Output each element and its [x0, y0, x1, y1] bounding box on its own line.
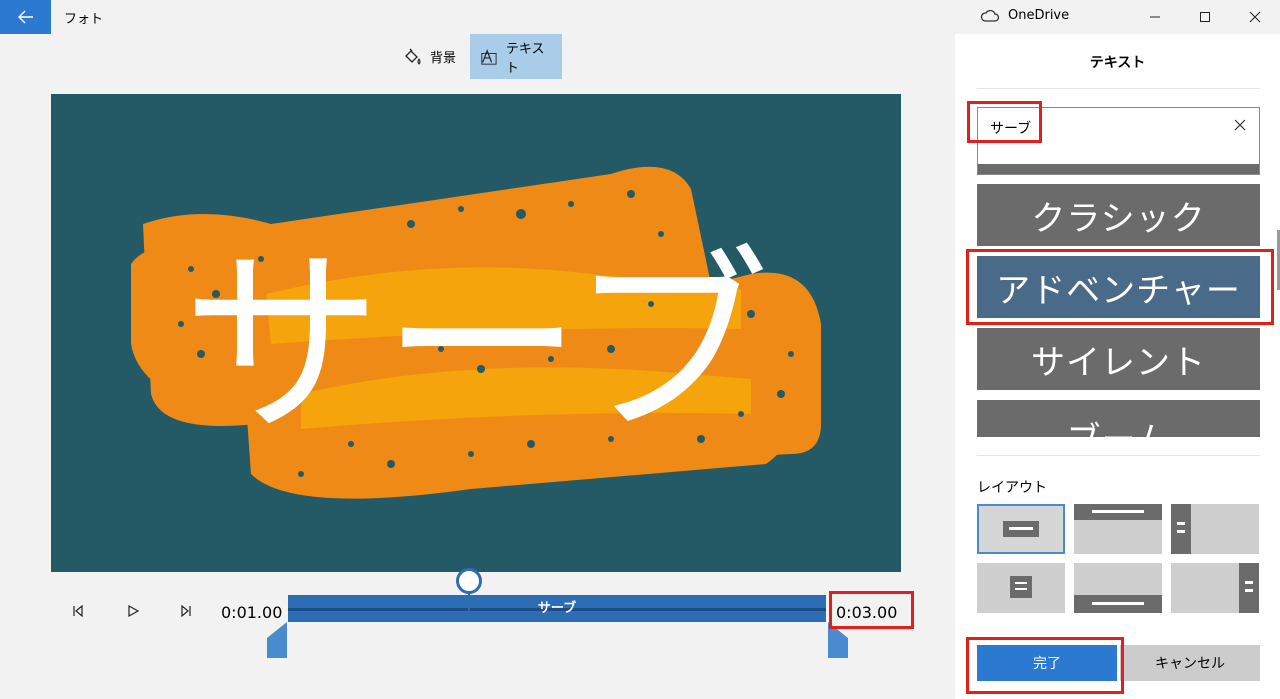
onedrive-status[interactable]: OneDrive — [980, 8, 1069, 23]
trim-end-handle[interactable] — [826, 622, 848, 658]
layout-left-block — [1171, 504, 1191, 554]
back-arrow-icon — [17, 10, 33, 24]
layout-left-line — [1177, 522, 1185, 525]
style-list: クラシック アドベンチャー サイレント ブーム — [977, 182, 1260, 437]
trim-start-handle[interactable] — [267, 622, 289, 658]
panel-divider — [977, 455, 1260, 456]
minimize-icon — [1150, 16, 1160, 18]
background-tool-label: 背景 — [430, 51, 457, 66]
text-input-field[interactable]: サーブ — [977, 107, 1260, 175]
layout-bottom-line — [1092, 602, 1144, 605]
step-back-icon — [73, 604, 83, 618]
close-icon — [1249, 11, 1261, 23]
style-boom[interactable]: ブーム — [977, 400, 1260, 437]
text-panel: テキスト サーブ クラシック アドベンチャー サイレント ブーム レイアウト — [955, 34, 1280, 699]
layout-small-block — [1010, 576, 1032, 598]
playhead-line — [468, 592, 470, 612]
start-time: 0:01.00 — [221, 603, 283, 622]
layout-left-bar[interactable] — [1171, 504, 1259, 554]
end-time: 0:03.00 — [836, 603, 898, 622]
step-forward-icon — [181, 604, 191, 618]
text-tool-button[interactable]: テキスト — [470, 34, 562, 79]
next-frame-button[interactable] — [173, 598, 199, 624]
text-tool-icon — [481, 48, 497, 65]
video-preview: サーブ — [51, 94, 901, 572]
app-title: フォト — [64, 12, 104, 27]
back-button[interactable] — [0, 0, 51, 34]
minimize-button[interactable] — [1132, 0, 1178, 34]
style-silent[interactable]: サイレント — [977, 328, 1260, 390]
play-button[interactable] — [120, 598, 146, 624]
cancel-button[interactable]: キャンセル — [1120, 645, 1260, 681]
text-tool-label: テキスト — [505, 41, 545, 76]
layout-small-center[interactable] — [977, 563, 1065, 613]
cloud-icon — [980, 9, 1000, 22]
layout-top-banner[interactable] — [1074, 504, 1162, 554]
layout-right-line — [1245, 589, 1253, 592]
input-style-strip — [978, 164, 1259, 174]
maximize-button[interactable] — [1182, 0, 1228, 34]
panel-divider — [977, 88, 1260, 89]
clip-label: サーブ — [537, 601, 577, 616]
play-icon — [128, 604, 140, 618]
done-button[interactable]: 完了 — [977, 645, 1117, 681]
layout-bottom-banner[interactable] — [1074, 563, 1162, 613]
overlay-text: サーブ — [182, 229, 770, 462]
layout-right-line — [1245, 581, 1253, 584]
clear-text-icon[interactable] — [1231, 116, 1249, 134]
layout-center[interactable] — [977, 504, 1065, 554]
layout-left-line — [1177, 530, 1185, 533]
title-bar: フォト OneDrive — [0, 0, 1280, 34]
layout-right-bar[interactable] — [1171, 563, 1259, 613]
paint-bucket-icon — [405, 48, 421, 65]
layout-right-block — [1239, 563, 1259, 613]
style-adventure[interactable]: アドベンチャー — [977, 256, 1260, 318]
style-classic[interactable]: クラシック — [977, 184, 1260, 246]
style-boom-label: ブーム — [1067, 412, 1171, 437]
timeline-track[interactable]: サーブ — [288, 595, 826, 622]
playhead-scrubber[interactable] — [456, 568, 482, 594]
overlay-title-text: サーブ — [182, 229, 770, 462]
previous-frame-button[interactable] — [65, 598, 91, 624]
style-classic-label: クラシック — [1031, 198, 1206, 239]
layout-top-line — [1092, 510, 1144, 513]
style-adventure-label: アドベンチャー — [996, 270, 1241, 311]
background-tool-button[interactable]: 背景 — [392, 34, 466, 79]
close-window-button[interactable] — [1232, 0, 1278, 34]
layout-center-line — [1009, 527, 1033, 530]
panel-title: テキスト — [1089, 55, 1146, 71]
style-silent-label: サイレント — [1031, 342, 1206, 383]
text-input-value: サーブ — [990, 121, 1032, 137]
layout-small-line — [1015, 588, 1027, 590]
onedrive-label: OneDrive — [1008, 8, 1070, 23]
layout-small-line — [1015, 582, 1027, 584]
layout-heading: レイアウト — [977, 480, 1047, 496]
maximize-icon — [1200, 12, 1210, 22]
